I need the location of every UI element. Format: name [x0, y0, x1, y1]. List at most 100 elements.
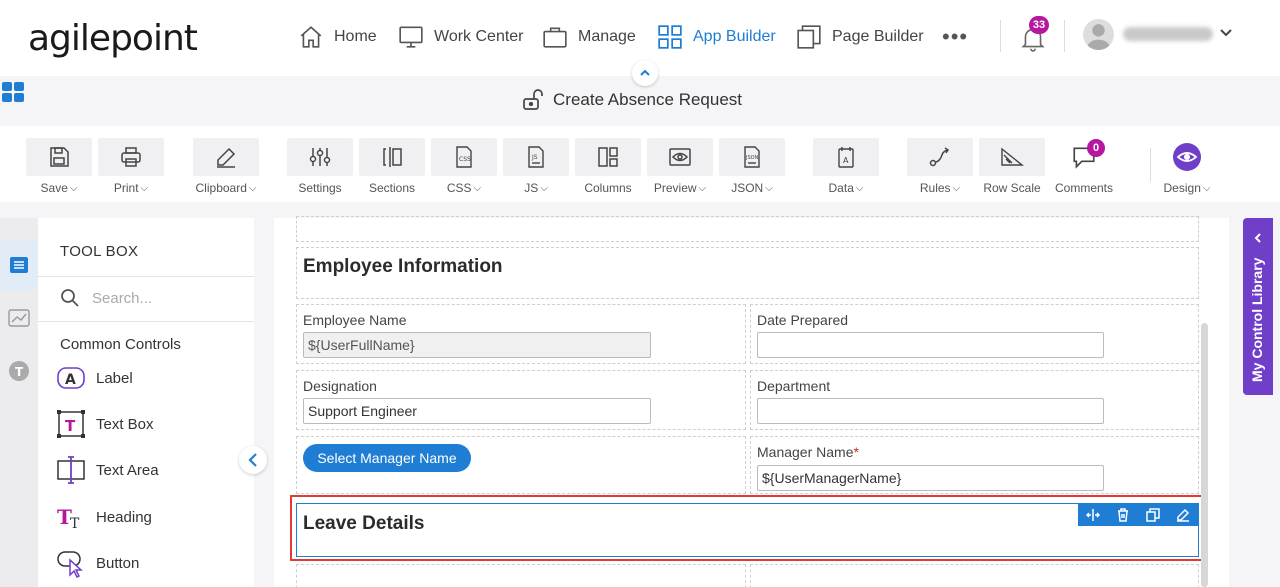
user-name-blurred[interactable] [1123, 27, 1213, 41]
resize-icon[interactable] [1086, 508, 1100, 522]
tool-label-name: Label [96, 369, 133, 387]
toggle-toolbox-button[interactable] [239, 446, 267, 474]
row-scale-icon [1001, 147, 1024, 166]
clipboard-button[interactable]: Clipboard ⌵ [193, 138, 259, 195]
save-button[interactable]: Save ⌵ [26, 138, 92, 195]
toolbox-tab[interactable] [0, 240, 38, 290]
text-tab[interactable]: T [0, 346, 38, 396]
css-button[interactable]: CSS CSS ⌵ [431, 138, 497, 195]
divider [1150, 148, 1151, 182]
sections-button[interactable]: Sections [359, 138, 425, 195]
chevron-down-icon[interactable] [1219, 26, 1233, 40]
toolbox-title: TOOL BOX [60, 243, 139, 260]
toolbox-search[interactable]: Search... [60, 288, 152, 308]
text-box-icon: T [57, 410, 85, 438]
rules-icon [929, 147, 950, 167]
select-manager-button[interactable]: Select Manager Name [303, 444, 471, 472]
common-controls-heading: Common Controls [60, 336, 181, 353]
department-field[interactable] [757, 398, 1104, 424]
json-file-icon: JSON [744, 146, 760, 168]
comments-button[interactable]: 0 Comments [1051, 138, 1117, 195]
divider [38, 321, 254, 322]
form-cell[interactable] [750, 564, 1199, 587]
row-scale-button[interactable]: Row Scale [979, 138, 1045, 195]
agilepoint-logo[interactable]: agilepoint [28, 18, 198, 59]
svg-text:JSON: JSON [745, 155, 759, 161]
tool-text-area-name: Text Area [96, 461, 159, 479]
nav-work-center[interactable]: Work Center [398, 22, 524, 52]
my-control-library-tab[interactable]: My Control Library [1243, 218, 1273, 395]
tool-text-area[interactable]: Text Area [56, 455, 159, 485]
designation-field[interactable]: Support Engineer [303, 398, 651, 424]
search-placeholder[interactable]: Search... [92, 290, 152, 307]
copy-icon[interactable] [1146, 508, 1160, 522]
data-button[interactable]: A Data ⌵ [813, 138, 879, 195]
row-scale-label: Row Scale [983, 181, 1041, 195]
divider [1000, 20, 1001, 52]
eye-icon [669, 148, 691, 166]
trash-icon[interactable] [1116, 508, 1130, 522]
form-title-text: Create Absence Request [553, 90, 743, 109]
tool-heading-name: Heading [96, 508, 152, 526]
tool-text-box[interactable]: T Text Box [56, 409, 154, 439]
label-icon: A [57, 367, 85, 389]
heading-icon: TT [57, 505, 80, 532]
js-button[interactable]: JS JS ⌵ [503, 138, 569, 195]
date-prepared-field[interactable] [757, 332, 1104, 358]
columns-button[interactable]: Columns [575, 138, 641, 195]
preview-label: Preview [653, 181, 697, 195]
nav-manage[interactable]: Manage [542, 22, 636, 52]
edit-icon[interactable] [1176, 508, 1190, 522]
collapse-header-button[interactable] [632, 60, 658, 86]
leave-details-heading[interactable]: Leave Details [303, 513, 424, 535]
employee-name-field[interactable]: ${UserFullName} [303, 332, 651, 358]
manager-name-label: Manager Name* [757, 444, 859, 460]
columns-icon [598, 147, 618, 167]
cursor-button-icon [57, 551, 83, 578]
form-cell[interactable] [296, 564, 746, 587]
scrollbar[interactable] [1201, 323, 1208, 587]
print-button[interactable]: Print ⌵ [98, 138, 164, 195]
sections-icon [383, 147, 402, 167]
rules-label: Rules [919, 181, 951, 195]
avatar[interactable] [1083, 19, 1114, 50]
manager-name-label-text: Manager Name [757, 444, 854, 460]
svg-text:CSS: CSS [459, 156, 471, 163]
nav-app-builder[interactable]: App Builder [657, 22, 776, 52]
pages-icon [797, 25, 821, 49]
nav-page-builder[interactable]: Page Builder [796, 22, 924, 52]
tool-heading[interactable]: TT Heading [56, 502, 152, 532]
toolbox-panel: TOOL BOX Search... Common Controls A Lab… [38, 218, 254, 587]
left-rail: T [0, 218, 38, 587]
design-button[interactable]: Design ⌵ [1154, 138, 1220, 195]
my-control-library-label: My Control Library [1249, 257, 1265, 382]
tool-button-name: Button [96, 554, 140, 572]
required-marker: * [853, 444, 859, 460]
designation-label: Designation [303, 378, 377, 394]
form-title: Create Absence Request [521, 88, 742, 112]
rules-button[interactable]: Rules ⌵ [907, 138, 973, 195]
grid-icon [658, 25, 682, 49]
employee-name-label: Employee Name [303, 312, 407, 328]
svg-text:T: T [70, 516, 80, 532]
columns-label: Columns [584, 181, 632, 195]
settings-button[interactable]: Settings [287, 138, 353, 195]
js-file-icon: JS [528, 146, 544, 168]
chart-icon [8, 309, 30, 327]
analytics-tab[interactable] [0, 294, 38, 344]
list-icon [10, 257, 28, 273]
nav-home[interactable]: Home [298, 22, 377, 52]
department-label: Department [757, 378, 831, 394]
tool-button[interactable]: Button [56, 548, 139, 578]
tool-label[interactable]: A Label [56, 363, 133, 393]
json-button[interactable]: JSON JSON ⌵ [719, 138, 785, 195]
form-cell[interactable] [296, 216, 1199, 242]
sliders-icon [309, 148, 331, 166]
preview-button[interactable]: Preview ⌵ [647, 138, 713, 195]
clipboard-label: Clipboard [195, 181, 247, 195]
leave-details-section[interactable] [296, 503, 1199, 557]
employee-information-heading[interactable]: Employee Information [303, 256, 503, 278]
more-menu-button[interactable]: ••• [942, 24, 968, 50]
apps-grid-icon[interactable] [1, 81, 25, 103]
manager-name-field[interactable]: ${UserManagerName} [757, 465, 1104, 491]
